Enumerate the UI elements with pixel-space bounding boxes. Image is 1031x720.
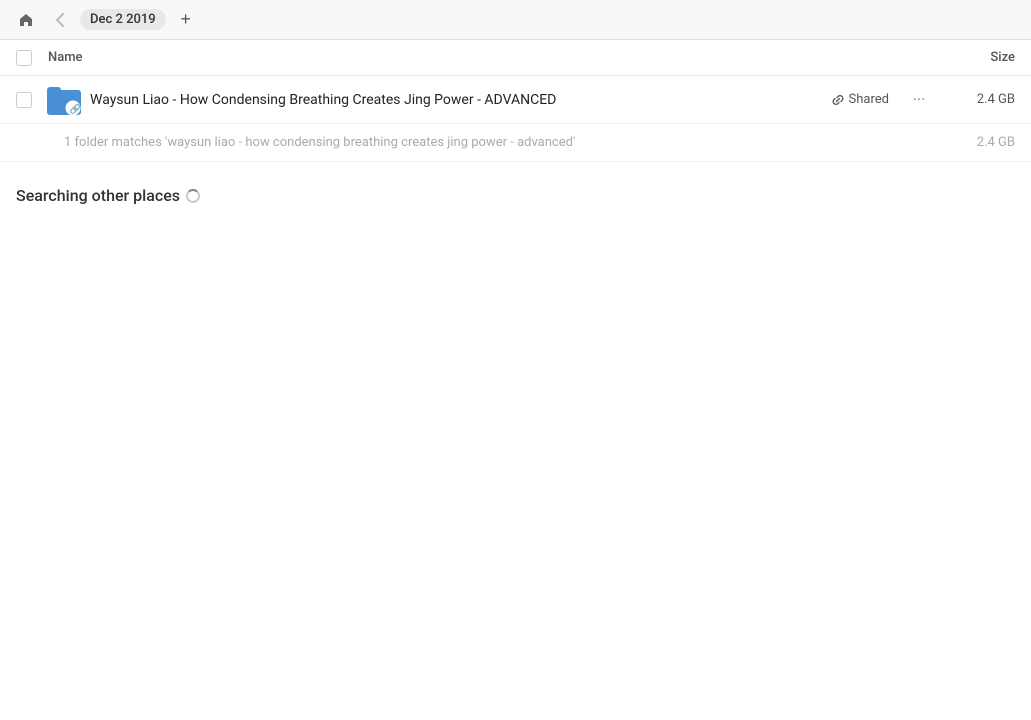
file-name: Waysun Liao - How Condensing Breathing C…: [90, 92, 831, 108]
top-bar: Dec 2 2019 +: [0, 0, 1031, 40]
searching-title-text: Searching other places: [16, 186, 180, 205]
match-row: 1 folder matches 'waysun liao - how cond…: [0, 124, 1031, 162]
folder-icon: 🔗: [47, 85, 81, 115]
select-all-checkbox[interactable]: [16, 50, 32, 66]
match-row-size: 2.4 GB: [945, 135, 1015, 150]
shared-badge: Shared: [831, 92, 889, 107]
match-row-text: 1 folder matches 'waysun liao - how cond…: [64, 135, 945, 150]
more-options-button[interactable]: ···: [905, 86, 933, 114]
add-button[interactable]: +: [174, 8, 198, 32]
breadcrumb[interactable]: Dec 2 2019: [80, 9, 166, 30]
svg-text:🔗: 🔗: [70, 103, 81, 115]
column-headers: Name Size: [0, 40, 1031, 76]
select-all-checkbox-container[interactable]: [16, 50, 48, 66]
home-button[interactable]: [12, 6, 40, 34]
file-row-checkbox-container[interactable]: [16, 92, 48, 108]
column-name-header: Name: [48, 50, 935, 65]
file-checkbox[interactable]: [16, 92, 32, 108]
file-size: 2.4 GB: [945, 92, 1015, 107]
searching-section: Searching other places: [0, 162, 1031, 213]
folder-icon-container: 🔗: [48, 84, 80, 116]
searching-title: Searching other places: [16, 186, 1015, 205]
loading-spinner: [186, 189, 200, 203]
back-nav-button[interactable]: [48, 8, 72, 32]
link-icon: [831, 93, 845, 107]
shared-label: Shared: [849, 92, 889, 107]
file-row[interactable]: 🔗 Waysun Liao - How Condensing Breathing…: [0, 76, 1031, 124]
column-size-header: Size: [935, 50, 1015, 65]
